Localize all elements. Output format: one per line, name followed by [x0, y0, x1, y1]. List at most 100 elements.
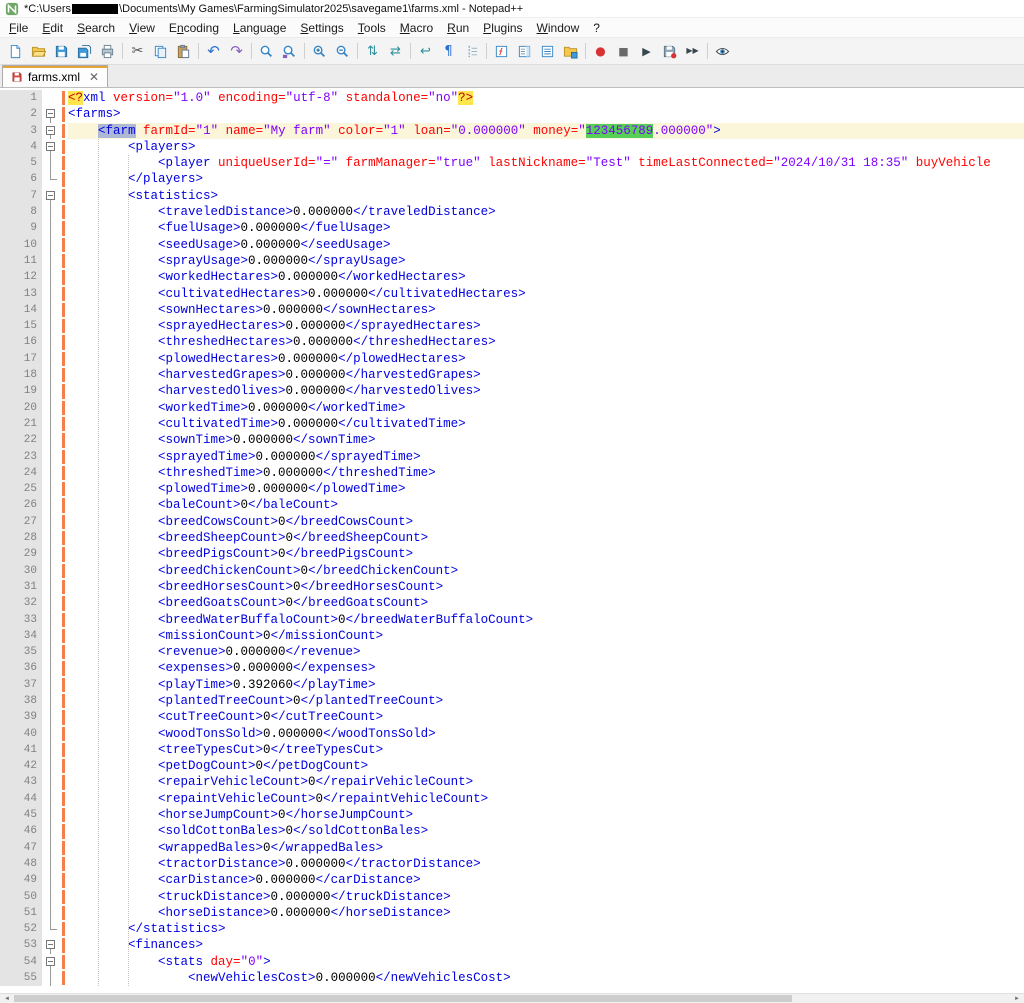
code-text[interactable]: <sprayUsage>0.000000</sprayUsage>	[68, 253, 1024, 269]
code-text[interactable]: <players>	[68, 139, 1024, 155]
code-text[interactable]: <tractorDistance>0.000000</tractorDistan…	[68, 856, 1024, 872]
code-text[interactable]: <breedPigsCount>0</breedPigsCount>	[68, 546, 1024, 562]
record-macro-icon[interactable]: ●	[590, 41, 611, 62]
code-text[interactable]: </players>	[68, 171, 1024, 187]
code-text[interactable]: <cutTreeCount>0</cutTreeCount>	[68, 709, 1024, 725]
menu-encoding[interactable]: Encoding	[162, 19, 226, 37]
menu-window[interactable]: Window	[530, 19, 587, 37]
code-text[interactable]: <missionCount>0</missionCount>	[68, 628, 1024, 644]
code-text[interactable]: <truckDistance>0.000000</truckDistance>	[68, 889, 1024, 905]
code-text[interactable]: <petDogCount>0</petDogCount>	[68, 758, 1024, 774]
paste-icon[interactable]	[173, 41, 194, 62]
scrollbar-track[interactable]	[792, 994, 1010, 1003]
document-map-icon[interactable]	[514, 41, 535, 62]
code-text[interactable]: <expenses>0.000000</expenses>	[68, 660, 1024, 676]
code-text[interactable]: <breedCowsCount>0</breedCowsCount>	[68, 514, 1024, 530]
menu-view[interactable]: View	[122, 19, 162, 37]
cut-icon[interactable]: ✂	[127, 41, 148, 62]
code-text[interactable]: <plantedTreeCount>0</plantedTreeCount>	[68, 693, 1024, 709]
code-text[interactable]: <plowedTime>0.000000</plowedTime>	[68, 481, 1024, 497]
monitoring-icon[interactable]	[712, 41, 733, 62]
fold-toggle[interactable]	[42, 954, 60, 970]
code-text[interactable]: <farms>	[68, 106, 1024, 122]
redo-icon[interactable]: ↷	[226, 41, 247, 62]
code-text[interactable]: <breedChickenCount>0</breedChickenCount>	[68, 563, 1024, 579]
copy-icon[interactable]	[150, 41, 171, 62]
save-all-icon[interactable]	[74, 41, 95, 62]
show-indent-guide-icon[interactable]	[461, 41, 482, 62]
code-text[interactable]: <plowedHectares>0.000000</plowedHectares…	[68, 351, 1024, 367]
fold-toggle[interactable]	[42, 123, 60, 139]
code-text[interactable]: <farm farmId="1" name="My farm" color="1…	[68, 123, 1024, 139]
fold-toggle[interactable]	[42, 139, 60, 155]
code-text[interactable]: <seedUsage>0.000000</seedUsage>	[68, 237, 1024, 253]
function-list-icon[interactable]	[491, 41, 512, 62]
show-all-characters-icon[interactable]: ¶	[438, 41, 459, 62]
code-text[interactable]: <threshedTime>0.000000</threshedTime>	[68, 465, 1024, 481]
menu-language[interactable]: Language	[226, 19, 293, 37]
folder-as-workspace-icon[interactable]	[560, 41, 581, 62]
code-text[interactable]: <soldCottonBales>0</soldCottonBales>	[68, 823, 1024, 839]
sync-horizontal-scroll-icon[interactable]: ⇄	[385, 41, 406, 62]
open-file-icon[interactable]	[28, 41, 49, 62]
code-text[interactable]: <cultivatedTime>0.000000</cultivatedTime…	[68, 416, 1024, 432]
code-text[interactable]: <wrappedBales>0</wrappedBales>	[68, 840, 1024, 856]
code-text[interactable]: <sprayedHectares>0.000000</sprayedHectar…	[68, 318, 1024, 334]
menu-plugins[interactable]: Plugins	[476, 19, 529, 37]
code-text[interactable]: <traveledDistance>0.000000</traveledDist…	[68, 204, 1024, 220]
scroll-right-arrow[interactable]: ►	[1010, 994, 1024, 1003]
code-text[interactable]: <workedTime>0.000000</workedTime>	[68, 400, 1024, 416]
menu-file[interactable]: File	[2, 19, 35, 37]
save-macro-icon[interactable]	[659, 41, 680, 62]
fold-toggle[interactable]	[42, 106, 60, 122]
word-wrap-icon[interactable]: ↩	[415, 41, 436, 62]
replace-icon[interactable]	[279, 41, 300, 62]
code-text[interactable]: <harvestedGrapes>0.000000</harvestedGrap…	[68, 367, 1024, 383]
fold-toggle[interactable]	[42, 188, 60, 204]
menu-macro[interactable]: Macro	[393, 19, 440, 37]
code-text[interactable]: <harvestedOlives>0.000000</harvestedOliv…	[68, 383, 1024, 399]
code-text[interactable]: <sownHectares>0.000000</sownHectares>	[68, 302, 1024, 318]
code-text[interactable]: <woodTonsSold>0.000000</woodTonsSold>	[68, 726, 1024, 742]
document-list-icon[interactable]	[537, 41, 558, 62]
fold-toggle[interactable]	[42, 937, 60, 953]
menu-settings[interactable]: Settings	[293, 19, 350, 37]
code-text[interactable]: <threshedHectares>0.000000</threshedHect…	[68, 334, 1024, 350]
run-macro-multiple-icon[interactable]: ▶▶	[682, 41, 703, 62]
code-text[interactable]: <breedHorsesCount>0</breedHorsesCount>	[68, 579, 1024, 595]
code-text[interactable]: <fuelUsage>0.000000</fuelUsage>	[68, 220, 1024, 236]
sync-vertical-scroll-icon[interactable]: ⇅	[362, 41, 383, 62]
code-text[interactable]: <stats day="0">	[68, 954, 1024, 970]
code-text[interactable]: <breedSheepCount>0</breedSheepCount>	[68, 530, 1024, 546]
menu-help[interactable]: ?	[586, 19, 607, 37]
code-text[interactable]: <baleCount>0</baleCount>	[68, 497, 1024, 513]
save-file-icon[interactable]	[51, 41, 72, 62]
code-text[interactable]: <sprayedTime>0.000000</sprayedTime>	[68, 449, 1024, 465]
undo-icon[interactable]: ↶	[203, 41, 224, 62]
code-text[interactable]: <breedWaterBuffaloCount>0</breedWaterBuf…	[68, 612, 1024, 628]
scrollbar-thumb[interactable]	[14, 995, 792, 1002]
menu-edit[interactable]: Edit	[35, 19, 70, 37]
find-icon[interactable]	[256, 41, 277, 62]
new-file-icon[interactable]	[5, 41, 26, 62]
scroll-left-arrow[interactable]: ◄	[0, 994, 14, 1003]
code-text[interactable]: <?xml version="1.0" encoding="utf-8" sta…	[68, 90, 1024, 106]
code-text[interactable]: <newVehiclesCost>0.000000</newVehiclesCo…	[68, 970, 1024, 986]
code-text[interactable]: <sownTime>0.000000</sownTime>	[68, 432, 1024, 448]
code-text[interactable]: <workedHectares>0.000000</workedHectares…	[68, 269, 1024, 285]
tab-close-icon[interactable]: ✕	[89, 71, 99, 83]
code-text[interactable]: </statistics>	[68, 921, 1024, 937]
code-text[interactable]: <player uniqueUserId="=" farmManager="tr…	[68, 155, 1024, 171]
code-text[interactable]: <revenue>0.000000</revenue>	[68, 644, 1024, 660]
tab-farms-xml[interactable]: farms.xml ✕	[2, 65, 108, 87]
code-text[interactable]: <statistics>	[68, 188, 1024, 204]
horizontal-scrollbar[interactable]: ◄ ►	[0, 993, 1024, 1003]
code-text[interactable]: <repairVehicleCount>0</repairVehicleCoun…	[68, 774, 1024, 790]
code-text[interactable]: <horseJumpCount>0</horseJumpCount>	[68, 807, 1024, 823]
code-text[interactable]: <treeTypesCut>0</treeTypesCut>	[68, 742, 1024, 758]
menu-run[interactable]: Run	[440, 19, 476, 37]
code-text[interactable]: <carDistance>0.000000</carDistance>	[68, 872, 1024, 888]
code-text[interactable]: <repaintVehicleCount>0</repaintVehicleCo…	[68, 791, 1024, 807]
menu-search[interactable]: Search	[70, 19, 122, 37]
zoom-out-icon[interactable]	[332, 41, 353, 62]
